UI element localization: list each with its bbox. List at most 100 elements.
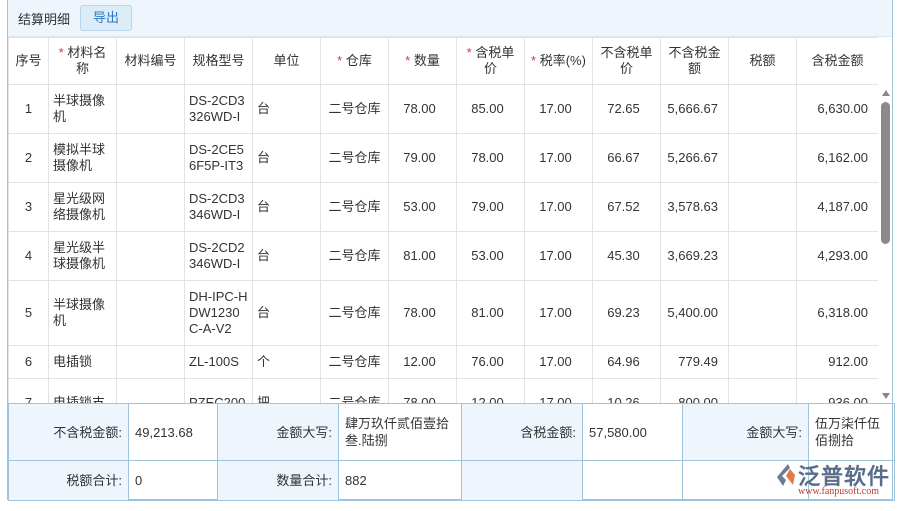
table-cell: 17.00: [524, 280, 593, 346]
column-header[interactable]: 规格型号: [184, 37, 253, 85]
column-header-label: 含税单价: [475, 45, 515, 76]
table-cell: 78.00: [388, 378, 457, 403]
table-row[interactable]: 1 半球摄像机 DS-2CD3326WD-I 台二号仓库 78.00 85.00 17.00…: [8, 84, 878, 134]
table-cell: 800.00: [660, 378, 729, 403]
amount-in-words-label: 金额大写:: [217, 403, 339, 461]
untaxed-amount-label: 不含税金额:: [8, 403, 129, 461]
column-header[interactable]: * 材料名称: [48, 37, 117, 85]
table-row[interactable]: 2 模拟半球摄像机 DS-2CE56F5P-IT3 台二号仓库 79.00 78.00 17…: [8, 133, 878, 183]
table-cell: 台: [252, 84, 321, 134]
settlement-detail-panel: 结算明细 导出 序号 * 材料名称 材料编号 规格型号 单位 * 仓库 * 数量 * 含税单价…: [7, 0, 895, 501]
table-row[interactable]: 3 星光级网络摄像机 DS-2CD3346WD-I 台二号仓库 53.00 79.00 17…: [8, 182, 878, 232]
column-header[interactable]: 不含税单价: [592, 37, 661, 85]
table-cell: 936.00: [796, 378, 878, 403]
table-cell: 12.00: [456, 378, 525, 403]
table-cell: 17.00: [524, 231, 593, 281]
table-cell: [116, 182, 185, 232]
column-header[interactable]: * 含税单价: [456, 37, 525, 85]
table-row[interactable]: 4 星光级半球摄像机 DS-2CD2346WD-I 台二号仓库 81.00 53.00 17…: [8, 231, 878, 281]
table-cell: 17.00: [524, 345, 593, 379]
column-header-label: 规格型号: [192, 53, 245, 68]
table-cell: 4,187.00: [796, 182, 878, 232]
table-cell: PZEC200: [184, 378, 253, 403]
table-cell: 7: [8, 378, 49, 403]
table-cell: [116, 280, 185, 346]
table-cell: [116, 378, 185, 403]
table-cell: 78.00: [456, 133, 525, 183]
column-header[interactable]: 单位: [252, 37, 321, 85]
column-header[interactable]: * 税率(%): [524, 37, 593, 85]
table-cell: 个: [252, 345, 321, 379]
quantity-total-value: 882: [338, 460, 462, 501]
table-cell: 台: [252, 280, 321, 346]
scroll-thumb[interactable]: [881, 102, 890, 244]
column-header[interactable]: * 数量: [388, 37, 457, 85]
table-cell: 4: [8, 231, 49, 281]
table-cell: 10.26: [592, 378, 661, 403]
vertical-scrollbar[interactable]: [879, 84, 893, 403]
table-cell: 台: [252, 182, 321, 232]
table-cell: 67.52: [592, 182, 661, 232]
scroll-down-icon[interactable]: [882, 393, 890, 399]
table-cell: 64.96: [592, 345, 661, 379]
table-cell: 二号仓库: [320, 280, 389, 346]
table-cell: DS-2CD3346WD-I: [184, 182, 253, 232]
table-cell: 17.00: [524, 182, 593, 232]
table-row[interactable]: 7 电插锁支 PZEC200 把二号仓库 78.00 12.00 17.00 10.26 800…: [8, 378, 878, 403]
table-cell: 79.00: [388, 133, 457, 183]
table-cell: 4,293.00: [796, 231, 878, 281]
table-cell: ZL-100S: [184, 345, 253, 379]
table-cell: 76.00: [456, 345, 525, 379]
column-header[interactable]: 税额: [728, 37, 797, 85]
table-row[interactable]: 5 半球摄像机 DH-IPC-HDW1230C-A-V2 台二号仓库 78.00 81.0…: [8, 280, 878, 346]
table-cell: 电插锁支: [48, 378, 117, 403]
column-header-label: 仓库: [345, 53, 372, 68]
table-cell: 二号仓库: [320, 182, 389, 232]
table-cell: [728, 345, 797, 379]
table-cell: 2: [8, 133, 49, 183]
table-cell: 台: [252, 133, 321, 183]
table-cell: 3: [8, 182, 49, 232]
table-cell: 45.30: [592, 231, 661, 281]
table-cell: 78.00: [388, 280, 457, 346]
column-header[interactable]: 材料编号: [116, 37, 185, 85]
export-button[interactable]: 导出: [80, 5, 133, 31]
panel-header: 结算明细 导出: [8, 0, 892, 37]
scroll-up-icon[interactable]: [882, 90, 890, 96]
table-cell: 二号仓库: [320, 378, 389, 403]
column-header-label: 税额: [749, 53, 776, 68]
table-cell: DH-IPC-HDW1230C-A-V2: [184, 280, 253, 346]
table-cell: 半球摄像机: [48, 280, 117, 346]
table-cell: 17.00: [524, 378, 593, 403]
table-cell: [116, 345, 185, 379]
tax-total-label: 税额合计:: [8, 460, 129, 501]
column-header[interactable]: * 仓库: [320, 37, 389, 85]
table-cell: 779.49: [660, 345, 729, 379]
table-cell: [728, 378, 797, 403]
column-header[interactable]: 不含税金额: [660, 37, 729, 85]
column-header-label: 材料编号: [124, 53, 177, 68]
table-cell: 5,666.67: [660, 84, 729, 134]
column-header[interactable]: 含税金额: [796, 37, 878, 85]
fanpusoft-watermark-logo: 泛普软件 www.fanpusoft.com: [772, 459, 890, 499]
table-cell: [116, 231, 185, 281]
table-cell: 星光级半球摄像机: [48, 231, 117, 281]
table-cell: DS-2CD3326WD-I: [184, 84, 253, 134]
table-cell: [728, 231, 797, 281]
table-cell: 1: [8, 84, 49, 134]
column-header-label: 材料名称: [67, 45, 107, 76]
column-header[interactable]: 序号: [8, 37, 49, 85]
required-star-icon: *: [337, 53, 346, 68]
panel-title: 结算明细: [18, 11, 71, 27]
table-cell: 12.00: [388, 345, 457, 379]
column-header-label: 税率(%): [539, 53, 586, 68]
table-cell: 二号仓库: [320, 231, 389, 281]
table-cell: 6,318.00: [796, 280, 878, 346]
column-header-label: 序号: [15, 53, 42, 68]
table-cell: 模拟半球摄像机: [48, 133, 117, 183]
amount-in-words-value: 肆万玖仟贰佰壹拾叁.陆捌: [338, 403, 462, 461]
required-star-icon: *: [531, 53, 540, 68]
column-header-label: 不含税单价: [600, 45, 653, 76]
table-row[interactable]: 6 电插锁 ZL-100S 个二号仓库 12.00 76.00 17.00 64.96 779.…: [8, 345, 878, 379]
table-cell: 17.00: [524, 84, 593, 134]
